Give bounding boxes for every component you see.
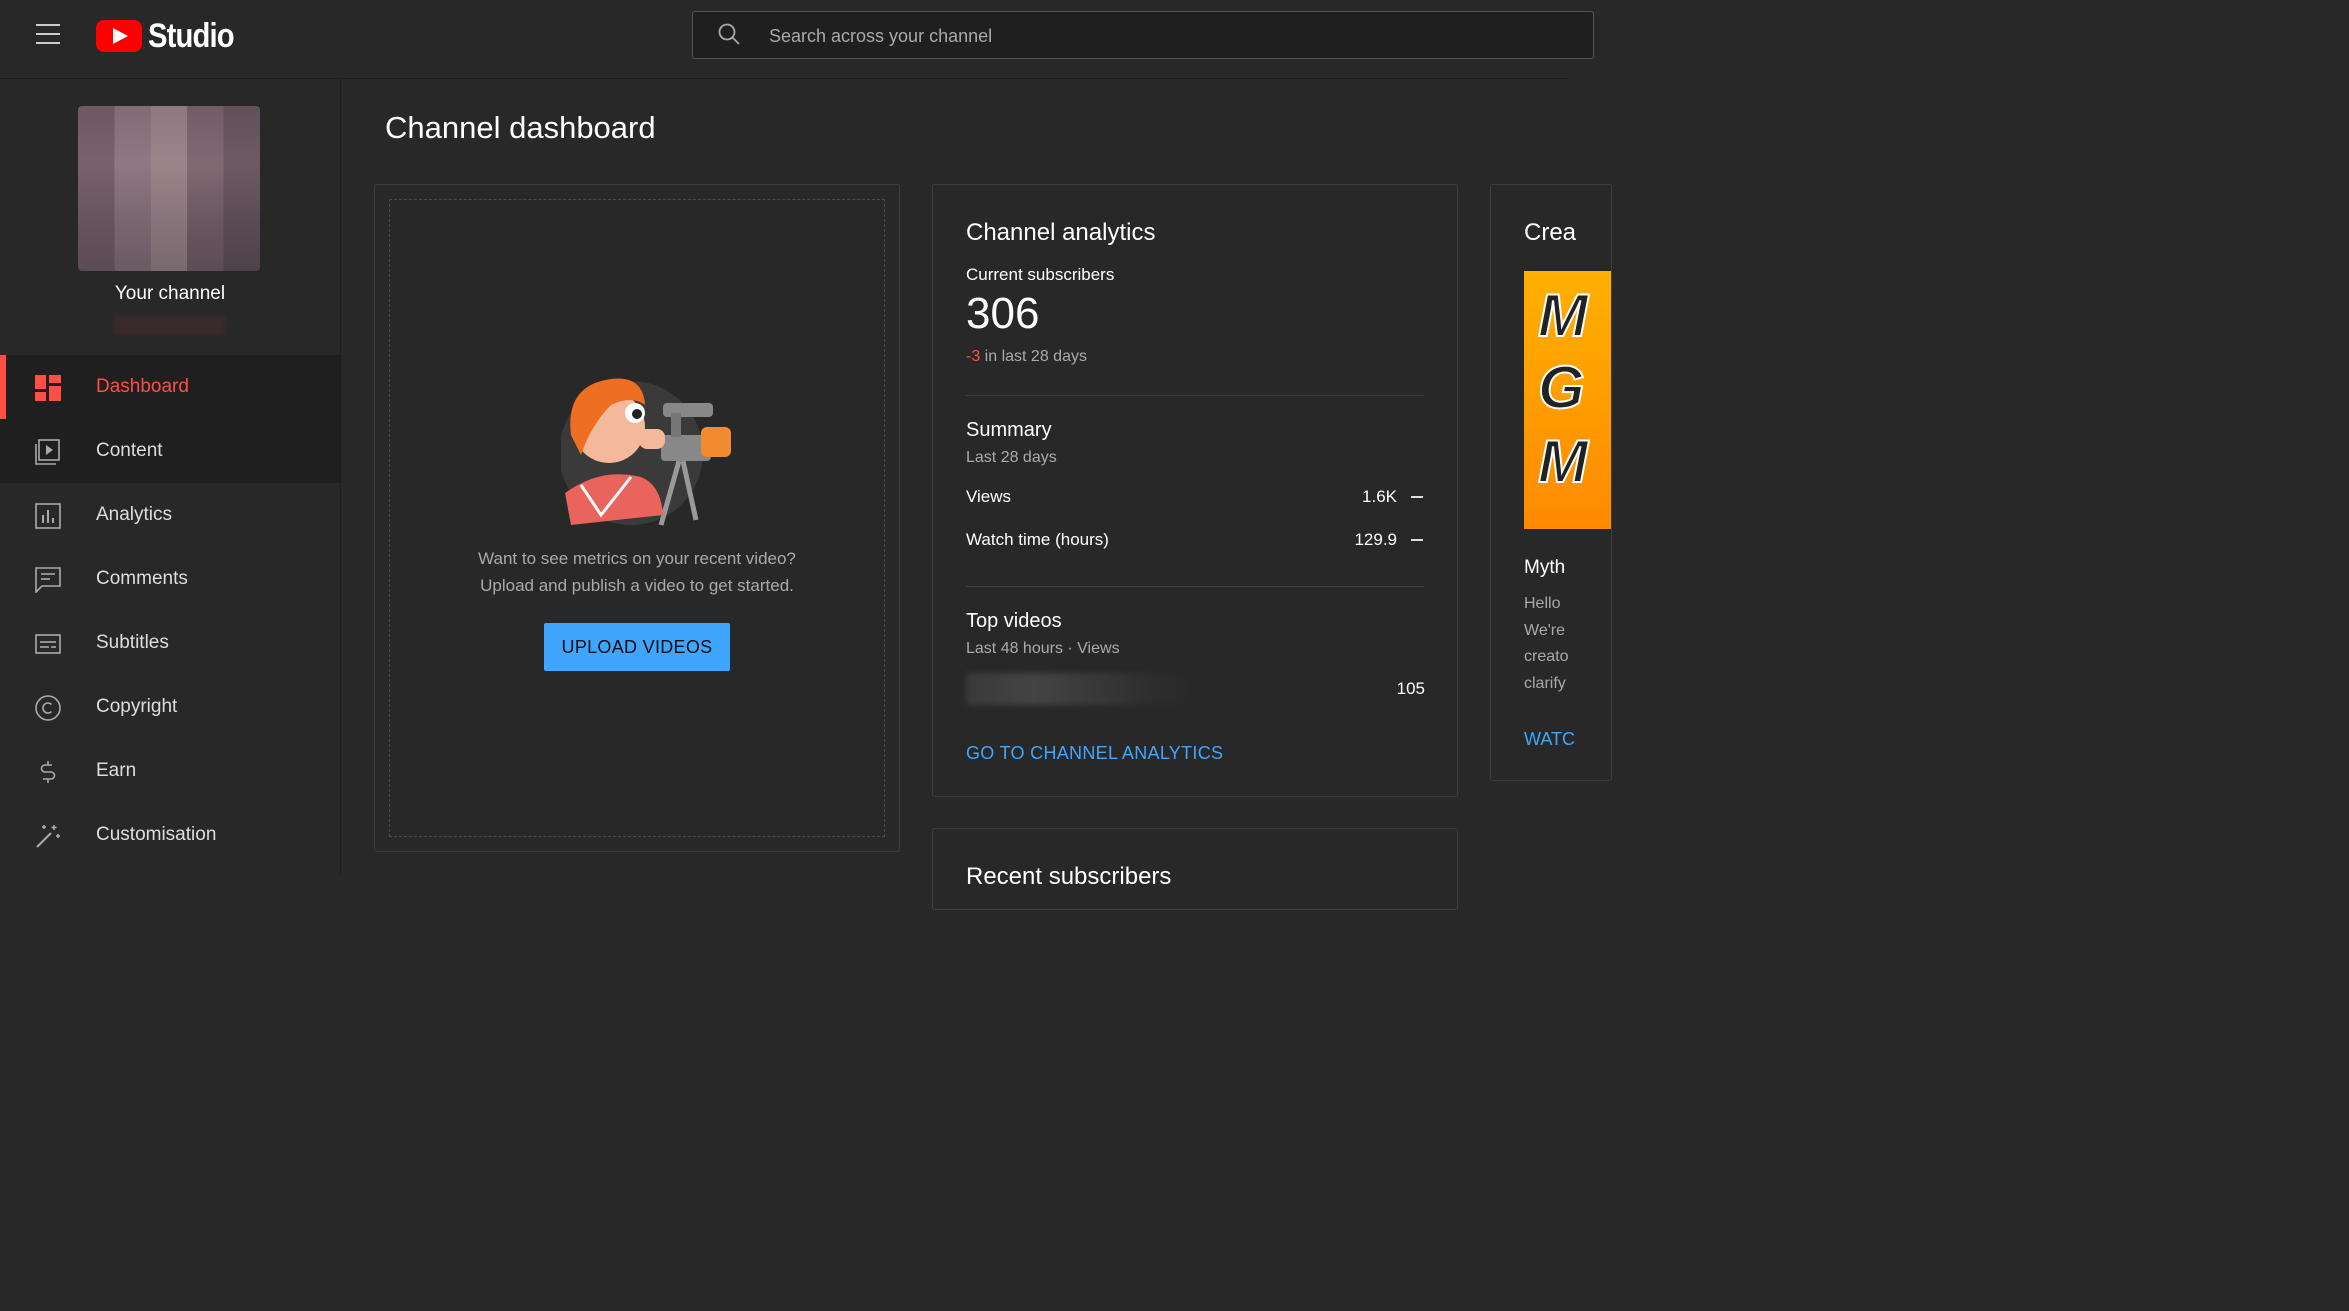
analytics-icon xyxy=(35,503,61,529)
empty-state-text: Want to see metrics on your recent video… xyxy=(375,545,899,599)
card-title: Channel analytics xyxy=(966,219,1156,246)
sidebar-item-earn[interactable]: Earn xyxy=(0,739,340,803)
views-value: 1.6K xyxy=(1362,487,1397,506)
camera-person-illustration-icon xyxy=(561,378,731,526)
upload-card: Want to see metrics on your recent video… xyxy=(374,184,900,852)
sidebar-item-customisation[interactable]: Customisation xyxy=(0,803,340,867)
your-channel-label[interactable]: Your channel xyxy=(0,283,340,305)
sidebar-item-label: Subtitles xyxy=(96,632,169,653)
sidebar-item-subtitles[interactable]: Subtitles xyxy=(0,611,340,675)
empty-state-line-1: Want to see metrics on your recent video… xyxy=(478,549,796,568)
top-header: Studio xyxy=(0,0,1594,79)
thumb-letter: M xyxy=(1537,427,1589,496)
news-title: Myth xyxy=(1524,557,1566,578)
summary-title: Summary xyxy=(966,419,1052,441)
sidebar-item-label: Customisation xyxy=(96,824,217,845)
sidebar-item-label: Analytics xyxy=(96,504,173,525)
recent-subscribers-card: Recent subscribers xyxy=(932,828,1458,910)
channel-analytics-card: Channel analytics Current subscribers 30… xyxy=(932,184,1458,797)
sidebar-nav: Dashboard Content Analytics Comments Sub… xyxy=(0,355,340,867)
news-thumbnail[interactable]: M G M xyxy=(1524,271,1611,529)
sidebar-item-copyright[interactable]: Copyright xyxy=(0,675,340,739)
top-video-title-blurred[interactable] xyxy=(966,673,1196,705)
copyright-icon xyxy=(35,695,61,721)
news-body: Hello We're creato clarify xyxy=(1524,595,1569,692)
upload-videos-button[interactable]: UPLOAD VIDEOS xyxy=(544,623,730,671)
sidebar-item-content[interactable]: Content xyxy=(0,419,340,483)
top-video-views: 105 xyxy=(1396,679,1425,698)
sidebar-item-label: Comments xyxy=(96,568,188,589)
subtitles-icon xyxy=(35,634,61,654)
sidebar-item-label: Content xyxy=(96,440,163,461)
channel-avatar[interactable] xyxy=(78,106,260,271)
channel-handle-blurred xyxy=(113,315,225,335)
sidebar-item-comments[interactable]: Comments xyxy=(0,547,340,611)
customisation-icon xyxy=(36,825,60,848)
sidebar-item-dashboard[interactable]: Dashboard xyxy=(0,355,340,419)
page-title: Channel dashboard xyxy=(385,110,656,145)
sidebar-item-analytics[interactable]: Analytics xyxy=(0,483,340,547)
thumb-letter: M xyxy=(1537,281,1589,350)
no-change-dash-icon xyxy=(1411,496,1423,498)
creator-news-card: Crea M G M Myth Hello We're creato clari… xyxy=(1490,184,1612,781)
divider xyxy=(966,586,1424,587)
divider xyxy=(966,395,1424,396)
logo-text: Studio xyxy=(148,16,235,55)
views-label: Views xyxy=(966,487,1012,506)
subscriber-change-suffix: in last 28 days xyxy=(980,348,1087,365)
subscriber-change: -3 in last 28 days xyxy=(966,348,1087,366)
content-icon xyxy=(35,439,60,465)
search-icon xyxy=(718,23,740,45)
watch-time-value: 129.9 xyxy=(1354,530,1397,549)
card-title: Crea xyxy=(1524,219,1577,246)
earn-icon xyxy=(40,761,56,783)
empty-state-line-2: Upload and publish a video to get starte… xyxy=(480,576,794,595)
top-videos-title: Top videos xyxy=(966,610,1062,632)
sidebar-item-label: Dashboard xyxy=(96,376,189,397)
search-box[interactable] xyxy=(692,11,1594,60)
card-title: Recent subscribers xyxy=(966,863,1172,890)
subscribers-label: Current subscribers xyxy=(966,265,1115,284)
search-input[interactable] xyxy=(767,12,1471,60)
youtube-logo-icon xyxy=(96,20,142,52)
studio-logo[interactable]: Studio xyxy=(96,16,248,55)
no-change-dash-icon xyxy=(1411,539,1423,541)
comments-icon xyxy=(35,567,61,593)
watch-link[interactable]: WATC xyxy=(1524,729,1575,750)
sidebar-item-label: Copyright xyxy=(96,696,178,717)
top-videos-period: Last 48 hours · Views xyxy=(966,640,1120,657)
thumb-letter: G xyxy=(1537,353,1586,422)
summary-period: Last 28 days xyxy=(966,449,1057,466)
menu-icon[interactable] xyxy=(36,24,60,46)
subscriber-change-value: -3 xyxy=(966,348,981,365)
sidebar-item-label: Earn xyxy=(96,760,137,781)
dashboard-icon xyxy=(35,375,61,401)
subscribers-count: 306 xyxy=(966,289,1040,338)
watch-time-label: Watch time (hours) xyxy=(966,530,1109,549)
sidebar: Your channel Dashboard Content Analytics… xyxy=(0,79,341,875)
go-to-channel-analytics-link[interactable]: GO TO CHANNEL ANALYTICS xyxy=(966,743,1223,764)
